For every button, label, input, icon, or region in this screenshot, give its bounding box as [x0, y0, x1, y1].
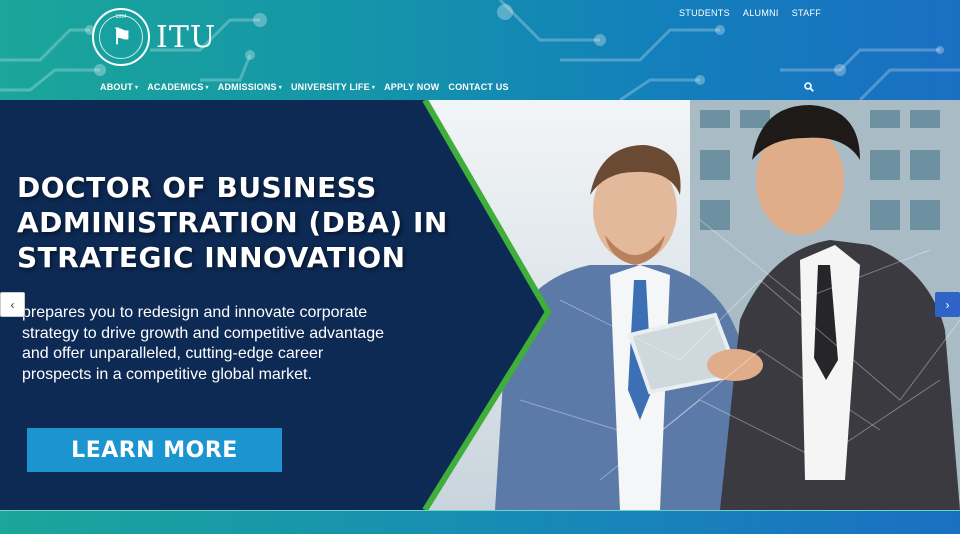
nav-label: CONTACT US: [448, 82, 509, 92]
nav-label: UNIVERSITY LIFE: [290, 82, 370, 92]
hero-headline: DOCTOR OF BUSINESS ADMINISTRATION (DBA) …: [17, 170, 487, 275]
nav-item-contact-us[interactable]: CONTACT US: [448, 82, 508, 92]
seal-year: 1994: [115, 14, 127, 20]
site-header: 1994 ⚑ ITU STUDENTS ALUMNI STAFF ABOUT ▾ …: [0, 0, 960, 100]
top-link-students[interactable]: STUDENTS: [679, 8, 730, 18]
nav-item-university-life[interactable]: UNIVERSITY LIFE ▾: [291, 82, 375, 92]
university-seal-icon: 1994 ⚑: [92, 8, 150, 66]
headline-line: STRATEGIC INNOVATION: [17, 241, 406, 274]
nav-label: APPLY NOW: [384, 82, 440, 92]
chevron-down-icon: ▾: [371, 84, 376, 91]
description-line: and offer unparalleled, cutting-edge car…: [22, 345, 324, 362]
learn-more-button[interactable]: LEARN MORE: [27, 428, 282, 472]
top-link-alumni[interactable]: ALUMNI: [743, 8, 779, 18]
chevron-down-icon: ▾: [278, 84, 282, 91]
chevron-down-icon: ▾: [135, 84, 139, 91]
description-line: prepares you to redesign and innovate co…: [22, 304, 368, 321]
description-line: strategy to drive growth and competitive…: [22, 324, 384, 342]
top-link-staff[interactable]: STAFF: [792, 8, 821, 18]
chevron-down-icon: ▾: [205, 84, 209, 91]
bottom-band: [0, 510, 960, 534]
seal-glyph: ⚑: [112, 24, 132, 50]
slider-next-button[interactable]: ›: [935, 292, 960, 317]
chevron-left-icon: ‹: [10, 297, 15, 312]
nav-item-admissions[interactable]: ADMISSIONS ▾: [218, 82, 282, 92]
description-line: prospects in a competitive global market…: [22, 365, 312, 383]
main-nav: ABOUT ▾ ACADEMICS ▾ ADMISSIONS ▾ UNIVERSITY…: [100, 82, 509, 92]
nav-label: ADMISSIONS: [217, 82, 277, 92]
headline-line: ADMINISTRATION (DBA) IN: [17, 206, 448, 239]
headline-line: DOCTOR OF BUSINESS: [17, 171, 377, 204]
site-logo[interactable]: 1994 ⚑ ITU: [92, 8, 216, 66]
nav-label: ABOUT: [100, 82, 133, 92]
hero-slider: DOCTOR OF BUSINESS ADMINISTRATION (DBA) …: [0, 100, 960, 510]
nav-item-apply-now[interactable]: APPLY NOW: [384, 82, 439, 92]
nav-item-academics[interactable]: ACADEMICS ▾: [147, 82, 209, 92]
chevron-right-icon: ›: [945, 297, 950, 312]
top-links: STUDENTS ALUMNI STAFF: [679, 8, 821, 18]
slider-prev-button[interactable]: ‹: [0, 292, 25, 317]
hero-description: prepares you to redesign and innovate co…: [22, 303, 472, 385]
nav-item-about[interactable]: ABOUT ▾: [100, 82, 138, 92]
search-icon[interactable]: [804, 82, 814, 92]
nav-label: ACADEMICS: [147, 82, 204, 92]
logo-text: ITU: [156, 19, 217, 55]
